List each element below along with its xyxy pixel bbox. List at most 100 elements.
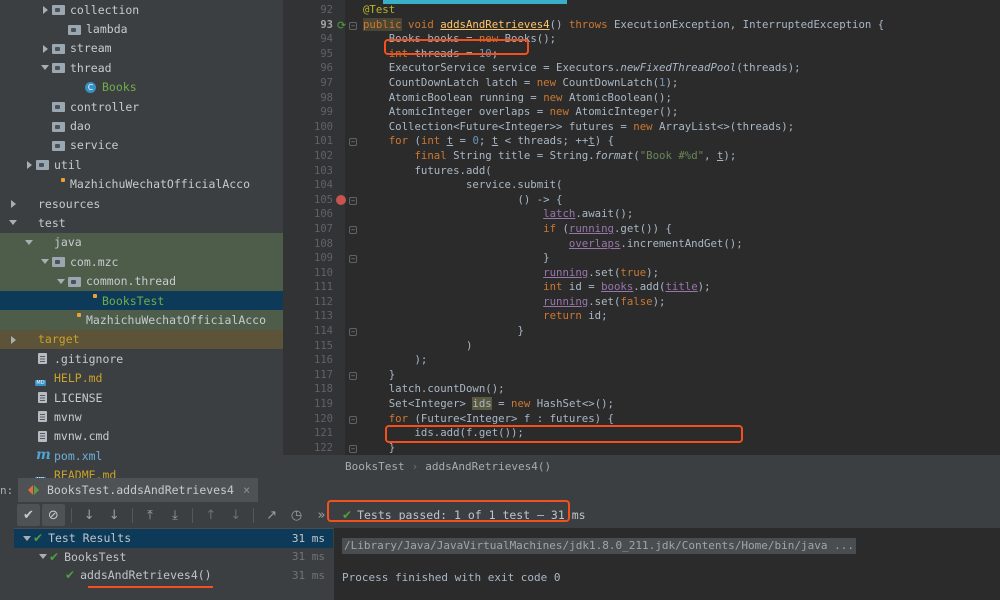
tree-item-stream[interactable]: stream (0, 39, 283, 58)
console-output[interactable]: /Library/Java/JavaVirtualMachines/jdk1.8… (334, 528, 1000, 600)
code-fold-icon[interactable]: − (349, 415, 357, 424)
code-line[interactable]: 119 Set<Integer> ids = new HashSet<>(); (283, 397, 1000, 412)
code-line[interactable]: 107 − if (running.get()) { (283, 222, 1000, 237)
project-tool-window[interactable]: collection lambda stream thread Books control… (0, 0, 283, 478)
chevron-right-icon[interactable] (8, 334, 19, 345)
tree-item-test[interactable]: test (0, 213, 283, 232)
code-line[interactable]: 102 final String title = String.format("… (283, 149, 1000, 164)
test-tree-row[interactable]: ✔ Test Results 31 ms (14, 529, 333, 548)
run-test-gutter-icon[interactable]: ⟳ (337, 20, 349, 31)
breadcrumb-method[interactable]: addsAndRetrieves4() (425, 460, 551, 473)
code-line[interactable]: 106 latch.await(); (283, 207, 1000, 222)
test-tree-row[interactable]: ✔ addsAndRetrieves4() 31 ms (14, 566, 333, 585)
code-line[interactable]: 112 running.set(false); (283, 295, 1000, 310)
code-line[interactable]: 110 running.set(true); (283, 266, 1000, 281)
code-line[interactable]: 97 CountDownLatch latch = new CountDownL… (283, 76, 1000, 91)
collapse-all-button[interactable]: ⤓ (164, 504, 187, 526)
code-fold-icon[interactable]: − (349, 255, 357, 264)
more-options-button[interactable]: » (310, 504, 333, 526)
tree-item-target[interactable]: target (0, 329, 283, 350)
breadcrumb-class[interactable]: BooksTest (345, 460, 405, 473)
tree-item-resources[interactable]: resources (0, 194, 283, 213)
code-line[interactable]: 116 ); (283, 353, 1000, 368)
code-line[interactable]: 118 latch.countDown(); (283, 382, 1000, 397)
sort-alphabetically-button[interactable]: ↓ (78, 504, 101, 526)
code-line[interactable]: 98 AtomicBoolean running = new AtomicBoo… (283, 91, 1000, 106)
test-tree-row[interactable]: ✔ BooksTest 31 ms (14, 548, 333, 567)
tree-item-com-mzc[interactable]: com.mzc (0, 252, 283, 272)
code-line[interactable]: 96 ExecutorService service = Executors.n… (283, 61, 1000, 76)
tree-item-mvnw[interactable]: mvnw (0, 407, 283, 426)
code-line[interactable]: 100 Collection<Future<Integer>> futures … (283, 120, 1000, 135)
code-fold-icon[interactable]: − (349, 21, 357, 30)
code-line[interactable]: 101 − for (int t = 0; t < threads; ++t) { (283, 134, 1000, 149)
tree-item-gitignore[interactable]: .gitignore (0, 349, 283, 368)
test-results-tree[interactable]: ✔ Test Results 31 ms ✔ BooksTest 31 ms ✔ addsAn… (14, 528, 333, 600)
tree-item-collection[interactable]: collection (0, 0, 283, 19)
tree-item-controller[interactable]: controller (0, 97, 283, 116)
code-fold-icon[interactable]: − (349, 196, 357, 205)
code-line[interactable]: 113 return id; (283, 309, 1000, 324)
code-fold-icon[interactable]: − (349, 371, 357, 380)
tree-item-thread[interactable]: thread (0, 58, 283, 77)
tree-item-readme-md[interactable]: MD README.md (0, 465, 283, 478)
tree-item-mvnw-cmd[interactable]: mvnw.cmd (0, 427, 283, 446)
code-line[interactable]: 109 − } (283, 251, 1000, 266)
breadcrumb[interactable]: BooksTest › addsAndRetrieves4() (283, 455, 1000, 477)
chevron-right-icon[interactable] (40, 43, 51, 54)
code-editor[interactable]: 92 @Test 93 ⟳ − public void addsAndRetrieves4… (283, 0, 1000, 455)
export-test-results-button[interactable]: ↗ (260, 504, 283, 526)
run-configuration-tab[interactable]: BooksTest.addsAndRetrieves4 × (18, 478, 259, 502)
rerun-icon[interactable] (28, 484, 40, 496)
chevron-down-icon[interactable] (56, 276, 67, 287)
code-fold-icon[interactable]: − (349, 138, 357, 147)
tree-item-mazhichuwechatofficialacco[interactable]: MazhichuWechatOfficialAcco (0, 175, 283, 194)
chevron-down-icon[interactable] (38, 551, 49, 562)
tree-item-mazhichuwechatofficialacco[interactable]: MazhichuWechatOfficialAcco (0, 310, 283, 330)
code-line[interactable]: 105 − () -> { (283, 193, 1000, 208)
code-fold-icon[interactable]: − (349, 328, 357, 337)
code-line[interactable]: 117 − } (283, 368, 1000, 383)
chevron-right-icon[interactable] (8, 198, 19, 209)
test-runner-toolbar[interactable]: ✔ ⊘ ↓ ↓ ⤒ ⤓ ↑ ↓ ↗ ◷» (14, 502, 333, 528)
tree-item-help-md[interactable]: MD HELP.md (0, 368, 283, 387)
code-line[interactable]: 99 AtomicInteger overlaps = new AtomicIn… (283, 105, 1000, 120)
code-line[interactable]: 104 service.submit( (283, 178, 1000, 193)
chevron-down-icon[interactable] (8, 217, 19, 228)
chevron-down-icon[interactable] (40, 62, 51, 73)
close-icon[interactable]: × (243, 483, 250, 497)
code-line[interactable]: 122 − } (283, 441, 1000, 455)
code-line[interactable]: 94 Books books = new Books(); (283, 32, 1000, 47)
code-line[interactable]: 108 overlaps.incrementAndGet(); (283, 237, 1000, 252)
tree-item-common-thread[interactable]: common.thread (0, 271, 283, 291)
code-fold-icon[interactable]: − (349, 225, 357, 234)
tree-item-service[interactable]: service (0, 136, 283, 155)
show-passed-toggle[interactable]: ✔ (17, 504, 40, 526)
test-history-button[interactable]: ◷ (285, 504, 308, 526)
code-line[interactable]: 103 futures.add( (283, 164, 1000, 179)
tree-item-books[interactable]: Books (0, 78, 283, 97)
breakpoint-icon[interactable] (336, 195, 346, 206)
tree-item-license[interactable]: LICENSE (0, 388, 283, 407)
chevron-right-icon[interactable] (24, 159, 35, 170)
tree-item-bookstest[interactable]: BooksTest (0, 290, 283, 311)
code-line[interactable]: 115 ) (283, 339, 1000, 354)
chevron-right-icon[interactable] (40, 4, 51, 15)
sort-by-duration-button[interactable]: ↓ (103, 504, 126, 526)
tree-item-util[interactable]: util (0, 155, 283, 174)
chevron-down-icon[interactable] (22, 533, 33, 544)
expand-all-button[interactable]: ⤒ (139, 504, 162, 526)
chevron-down-icon[interactable] (24, 237, 35, 248)
tree-item-lambda[interactable]: lambda (0, 19, 283, 38)
code-line[interactable]: 92 @Test (283, 3, 1000, 18)
code-line[interactable]: 95 int threads = 10; (283, 47, 1000, 62)
code-line[interactable]: 120 − for (Future<Integer> f : futures) { (283, 412, 1000, 427)
previous-failed-test-button[interactable]: ↑ (199, 504, 222, 526)
code-line[interactable]: 121 ids.add(f.get()); (283, 426, 1000, 441)
tree-item-java[interactable]: java (0, 232, 283, 253)
code-fold-icon[interactable]: − (349, 444, 357, 453)
next-failed-test-button[interactable]: ↓ (224, 504, 247, 526)
code-line[interactable]: 111 int id = books.add(title); (283, 280, 1000, 295)
tree-item-pom-xml[interactable]: pom.xml (0, 446, 283, 465)
code-line[interactable]: 93 ⟳ − public void addsAndRetrieves4() thro… (283, 17, 1000, 33)
